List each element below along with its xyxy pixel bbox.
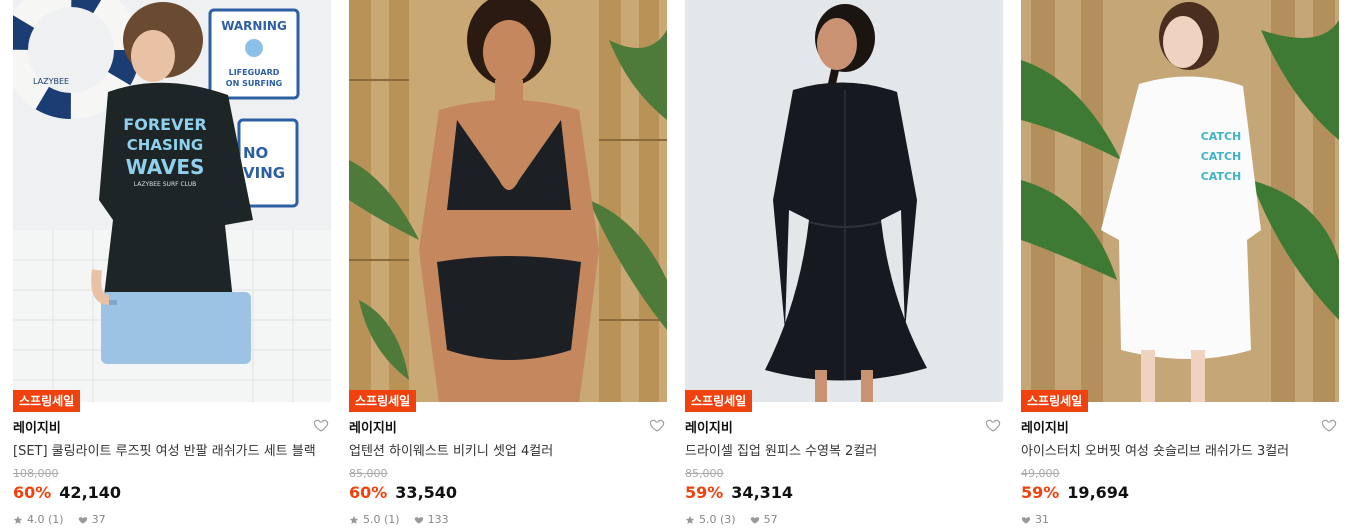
like-count: 133 (427, 513, 449, 526)
product-name[interactable]: 업텐션 하이웨스트 비키니 셋업 4컬러 (349, 440, 665, 459)
discount-rate: 59% (685, 483, 724, 502)
original-price: 85,000 (685, 467, 724, 480)
sale-price: 34,314 (731, 483, 794, 502)
like-count: 31 (1035, 513, 1049, 526)
discount-rate: 60% (13, 483, 52, 502)
brand-name[interactable]: 레이지비 (1021, 417, 1069, 436)
sale-price: 42,140 (59, 483, 122, 502)
original-price: 85,000 (349, 467, 388, 480)
sign-text-2: ON SURFING (226, 79, 282, 88)
star-icon (349, 515, 359, 524)
product-card[interactable]: 스프링세일 레이지비 드라이셀 집업 원피스 수영복 2컬러 85,000 59… (685, 0, 1003, 531)
product-card[interactable]: CATCH CATCH CATCH 스프링세일 레이지비 아이스터치 오버핏 여… (1021, 0, 1339, 531)
shirt-line-2: CHASING (127, 136, 203, 154)
shirt-line-1: CATCH (1201, 130, 1242, 143)
shirt-line-2: CATCH (1201, 150, 1242, 163)
heart-icon[interactable] (649, 417, 665, 433)
sign-text: LIFEGUARD (229, 68, 280, 77)
product-image[interactable]: CATCH CATCH CATCH (1021, 0, 1339, 402)
heart-filled-icon (414, 516, 423, 524)
star-icon (13, 515, 23, 524)
product-image[interactable]: LAZYBEE WARNING LIFEGUARD ON SURFING NO … (13, 0, 331, 402)
review-meta: 5.0 (1) 133 (349, 513, 449, 526)
price-row: 59% 19,694 (1021, 483, 1129, 502)
brand-name[interactable]: 레이지비 (13, 417, 61, 436)
product-image[interactable] (685, 0, 1003, 402)
review-meta: 31 (1021, 513, 1049, 526)
price-row: 60% 33,540 (349, 483, 457, 502)
heart-icon[interactable] (985, 417, 1001, 433)
product-image[interactable] (349, 0, 667, 402)
heart-filled-icon (750, 516, 759, 524)
rating-text: 5.0 (3) (699, 513, 736, 526)
shirt-line-1: FOREVER (123, 115, 206, 134)
sale-price: 33,540 (395, 483, 458, 502)
price-row: 60% 42,140 (13, 483, 121, 502)
heart-icon[interactable] (313, 417, 329, 433)
heart-icon[interactable] (1321, 417, 1337, 433)
rating-text: 5.0 (1) (363, 513, 400, 526)
discount-rate: 59% (1021, 483, 1060, 502)
sign-title: WARNING (221, 19, 287, 33)
sign2-text-2: VING (243, 164, 285, 182)
heart-filled-icon (1021, 516, 1031, 524)
product-card[interactable]: 스프링세일 레이지비 업텐션 하이웨스트 비키니 셋업 4컬러 85,000 6… (349, 0, 667, 531)
price-row: 59% 34,314 (685, 483, 793, 502)
sale-badge: 스프링세일 (1021, 390, 1089, 412)
product-name[interactable]: 아이스터치 오버핏 여성 숏슬리브 래쉬가드 3컬러 (1021, 440, 1337, 459)
sale-badge: 스프링세일 (13, 390, 81, 412)
brand-name[interactable]: 레이지비 (685, 417, 733, 436)
sign2-text: NO (243, 144, 268, 162)
review-meta: 5.0 (3) 57 (685, 513, 778, 526)
sale-price: 19,694 (1067, 483, 1130, 502)
like-count: 57 (763, 513, 778, 526)
original-price: 49,000 (1021, 467, 1060, 480)
product-name[interactable]: [SET] 쿨링라이트 루즈핏 여성 반팔 래쉬가드 세트 블랙 (13, 440, 329, 459)
original-price: 108,000 (13, 467, 59, 480)
rating-text: 4.0 (1) (27, 513, 64, 526)
star-icon (685, 515, 695, 524)
review-meta: 4.0 (1) 37 (13, 513, 106, 526)
product-name[interactable]: 드라이셀 집업 원피스 수영복 2컬러 (685, 440, 1001, 459)
like-count: 37 (91, 513, 106, 526)
heart-filled-icon (78, 516, 87, 524)
ring-text: LAZYBEE (33, 77, 69, 86)
sale-badge: 스프링세일 (685, 390, 753, 412)
product-card[interactable]: LAZYBEE WARNING LIFEGUARD ON SURFING NO … (13, 0, 331, 531)
brand-name[interactable]: 레이지비 (349, 417, 397, 436)
sale-badge: 스프링세일 (349, 390, 417, 412)
shirt-line-3: CATCH (1201, 170, 1242, 183)
shirt-line-4: LAZYBEE SURF CLUB (134, 181, 196, 188)
discount-rate: 60% (349, 483, 388, 502)
shirt-line-3: WAVES (126, 155, 205, 179)
